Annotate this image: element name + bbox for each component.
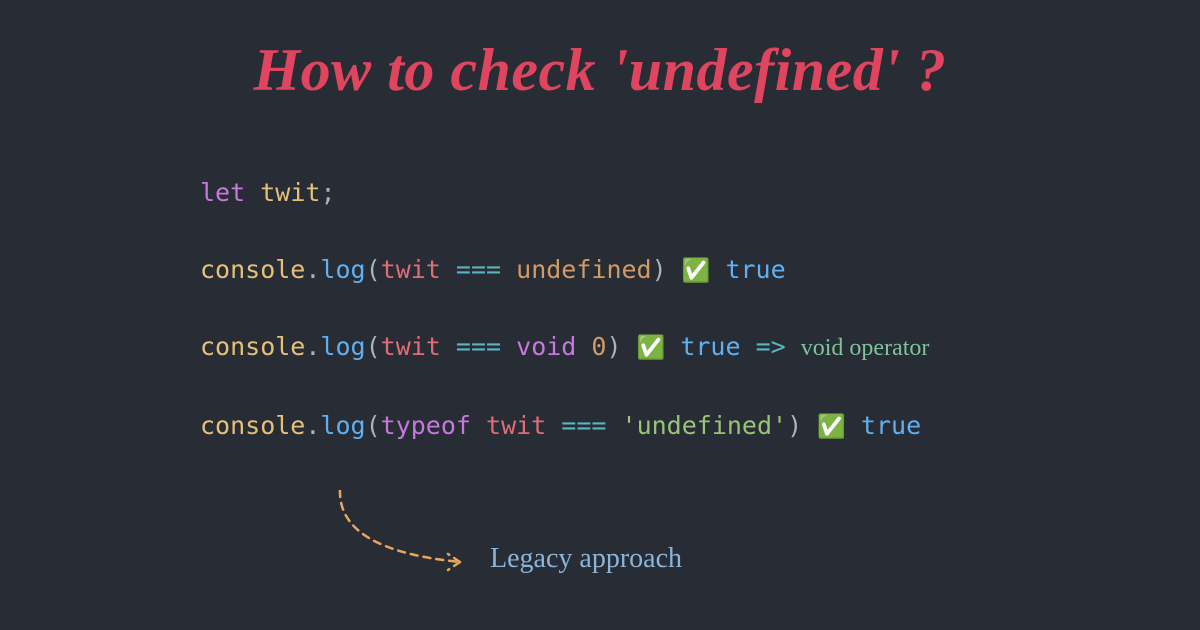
keyword-typeof: typeof	[381, 411, 471, 440]
paren-close: )	[652, 255, 667, 284]
paren-open: (	[366, 255, 381, 284]
keyword-let: let	[200, 178, 245, 207]
string-undefined: 'undefined'	[622, 411, 788, 440]
code-line-3: console.log(twit === void 0) ✅ true => v…	[200, 329, 1200, 366]
literal-undefined: undefined	[516, 255, 651, 284]
dot: .	[305, 255, 320, 284]
method-log: log	[320, 255, 365, 284]
method-log: log	[320, 332, 365, 361]
result-true: true	[725, 255, 785, 284]
code-line-1: let twit;	[200, 175, 1200, 210]
check-icon: ✅	[817, 414, 846, 440]
operator-eq: ===	[456, 255, 501, 284]
note-void-operator: void operator	[801, 335, 930, 361]
paren-open: (	[366, 332, 381, 361]
result-true: true	[861, 411, 921, 440]
check-icon: ✅	[637, 335, 666, 361]
method-log: log	[320, 411, 365, 440]
comment-arrow: =>	[756, 332, 786, 361]
paren-close: )	[787, 411, 802, 440]
operator-eq: ===	[456, 332, 501, 361]
arg-twit: twit	[486, 411, 546, 440]
result-true: true	[680, 332, 740, 361]
object-console: console	[200, 332, 305, 361]
arg-twit: twit	[381, 255, 441, 284]
annotation-arrow-icon	[320, 490, 480, 580]
object-console: console	[200, 255, 305, 284]
code-block: let twit; console.log(twit === undefined…	[0, 105, 1200, 443]
identifier-twit: twit	[260, 178, 320, 207]
paren-open: (	[366, 411, 381, 440]
keyword-void: void	[516, 332, 576, 361]
check-icon: ✅	[682, 258, 711, 284]
dot: .	[305, 332, 320, 361]
annotation-legacy-approach: Legacy approach	[490, 543, 682, 575]
code-line-2: console.log(twit === undefined) ✅ true	[200, 252, 1200, 287]
literal-zero: 0	[591, 332, 606, 361]
operator-eq: ===	[561, 411, 606, 440]
semicolon: ;	[320, 178, 335, 207]
dot: .	[305, 411, 320, 440]
code-line-4: console.log(typeof twit === 'undefined')…	[200, 408, 1200, 443]
paren-close: )	[606, 332, 621, 361]
card-title: How to check 'undefined' ?	[0, 0, 1200, 105]
arg-twit: twit	[381, 332, 441, 361]
object-console: console	[200, 411, 305, 440]
